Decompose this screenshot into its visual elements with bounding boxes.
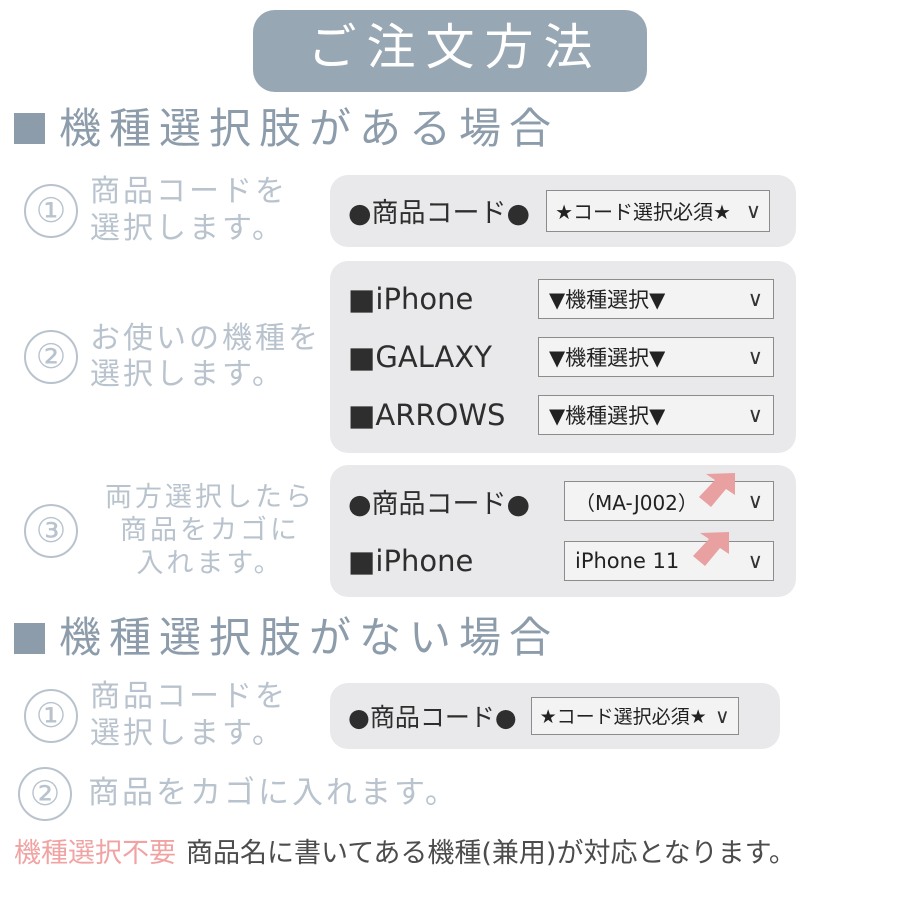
- step-text-5: 商品をカゴに入れます。: [88, 774, 459, 811]
- step-text-2: お使いの機種を 選択します。: [90, 320, 321, 393]
- pink-arrow-icon: [693, 532, 729, 567]
- select-product-code-2[interactable]: ★コード選択必須★ ∨: [530, 696, 739, 735]
- step-number-5: ②: [18, 766, 72, 821]
- step-row-4: ① 商品コードを 選択します。 ●商品コード● ★コード選択必須★ ∨: [0, 679, 900, 752]
- select-arrows-model[interactable]: ▼機種選択▼ ∨: [538, 395, 774, 436]
- select-product-code-1[interactable]: ★コード選択必須★ ∨: [546, 189, 771, 232]
- field-row-galaxy: ■GALAXY ▼機種選択▼ ∨: [348, 333, 778, 381]
- chevron-down-icon: ∨: [747, 287, 763, 312]
- field-label-product-code-3: ●商品コード●: [348, 702, 517, 732]
- step-number-3: ③: [24, 504, 78, 559]
- field-row-code-filled: ●商品コード● （MA-J002） ∨: [348, 473, 778, 525]
- chevron-down-icon: ∨: [747, 489, 763, 514]
- step-text-3: 両方選択したら 商品をカゴに 入れます。: [105, 481, 315, 579]
- section-heading-without-options-label: 機種選択肢がない場合: [59, 613, 560, 663]
- field-label-iphone: ■iPhone: [348, 282, 474, 317]
- field-row-arrows: ■ARROWS ▼機種選択▼ ∨: [348, 391, 778, 439]
- step-row-1: ① 商品コードを 選択します。 ●商品コード● ★コード選択必須★ ∨: [0, 174, 900, 247]
- select-galaxy-model-value: ▼機種選択▼: [549, 346, 666, 371]
- section-heading-with-options-label: 機種選択肢がある場合: [59, 103, 560, 153]
- select-iphone-model-filled-value: iPhone 11: [575, 549, 680, 574]
- form-panel-2: ■iPhone ▼機種選択▼ ∨ ■GALAXY ▼機種選択▼ ∨ ■ARROW…: [330, 261, 796, 454]
- page-title: ご注文方法: [253, 10, 647, 92]
- field-label-product-code-2: ●商品コード●: [348, 488, 531, 520]
- step-row-5: ② 商品をカゴに入れます。: [0, 766, 900, 821]
- note-body: 商品名に書いてある機種(兼用)が対応となります。: [186, 837, 796, 869]
- step-row-3: ③ 両方選択したら 商品をカゴに 入れます。 ●商品コード● （MA-J002）…: [0, 465, 900, 598]
- form-panel-3: ●商品コード● （MA-J002） ∨ ■iPhone iPhone 11 ∨: [330, 465, 796, 598]
- select-iphone-model-filled[interactable]: iPhone 11 ∨: [564, 532, 774, 582]
- select-product-code-1-value: ★コード選択必須★: [555, 200, 731, 225]
- field-row-code-1: ●商品コード● ★コード選択必須★ ∨: [348, 187, 778, 235]
- field-label-galaxy: ■GALAXY: [348, 340, 492, 375]
- step-text-4: 商品コードを 選択します。: [90, 679, 288, 751]
- title-banner-container: ご注文方法: [0, 0, 900, 92]
- note-highlight: 機種選択不要: [14, 837, 176, 869]
- form-panel-4: ●商品コード● ★コード選択必須★ ∨: [330, 682, 780, 749]
- step-number-4: ①: [24, 688, 78, 743]
- step-text-1: 商品コードを 選択します。: [90, 173, 288, 246]
- field-row-iphone-filled: ■iPhone iPhone 11 ∨: [348, 532, 778, 585]
- select-arrows-model-value: ▼機種選択▼: [549, 404, 666, 429]
- select-iphone-model[interactable]: ▼機種選択▼ ∨: [538, 279, 774, 320]
- select-galaxy-model[interactable]: ▼機種選択▼ ∨: [538, 337, 774, 378]
- square-bullet-icon: [14, 113, 45, 145]
- bottom-note: 機種選択不要 商品名に書いてある機種(兼用)が対応となります。: [0, 831, 900, 870]
- chevron-down-icon: ∨: [745, 198, 762, 223]
- field-label-iphone-2: ■iPhone: [348, 544, 474, 579]
- field-row-code-2: ●商品コード● ★コード選択必須★ ∨: [348, 696, 762, 735]
- section-heading-with-options: 機種選択肢がある場合: [0, 103, 900, 153]
- select-product-code-2-value: ★コード選択必須★: [539, 706, 707, 729]
- chevron-down-icon: ∨: [747, 345, 763, 370]
- select-iphone-model-value: ▼機種選択▼: [549, 288, 666, 313]
- square-bullet-icon: [14, 622, 45, 654]
- field-row-iphone: ■iPhone ▼機種選択▼ ∨: [348, 275, 778, 323]
- form-panel-1: ●商品コード● ★コード選択必須★ ∨: [330, 174, 796, 247]
- field-label-arrows: ■ARROWS: [348, 398, 506, 433]
- chevron-down-icon: ∨: [715, 703, 730, 728]
- step-number-2: ②: [24, 330, 78, 385]
- chevron-down-icon: ∨: [747, 549, 763, 574]
- select-product-code-filled[interactable]: （MA-J002） ∨: [564, 473, 774, 522]
- section-heading-without-options: 機種選択肢がない場合: [0, 613, 900, 663]
- step-row-2: ② お使いの機種を 選択します。 ■iPhone ▼機種選択▼ ∨ ■GALAX…: [0, 261, 900, 454]
- chevron-down-icon: ∨: [747, 403, 763, 428]
- field-label-product-code-1: ●商品コード●: [348, 198, 531, 230]
- step-number-1: ①: [24, 183, 78, 238]
- select-product-code-filled-value: （MA-J002）: [575, 490, 698, 515]
